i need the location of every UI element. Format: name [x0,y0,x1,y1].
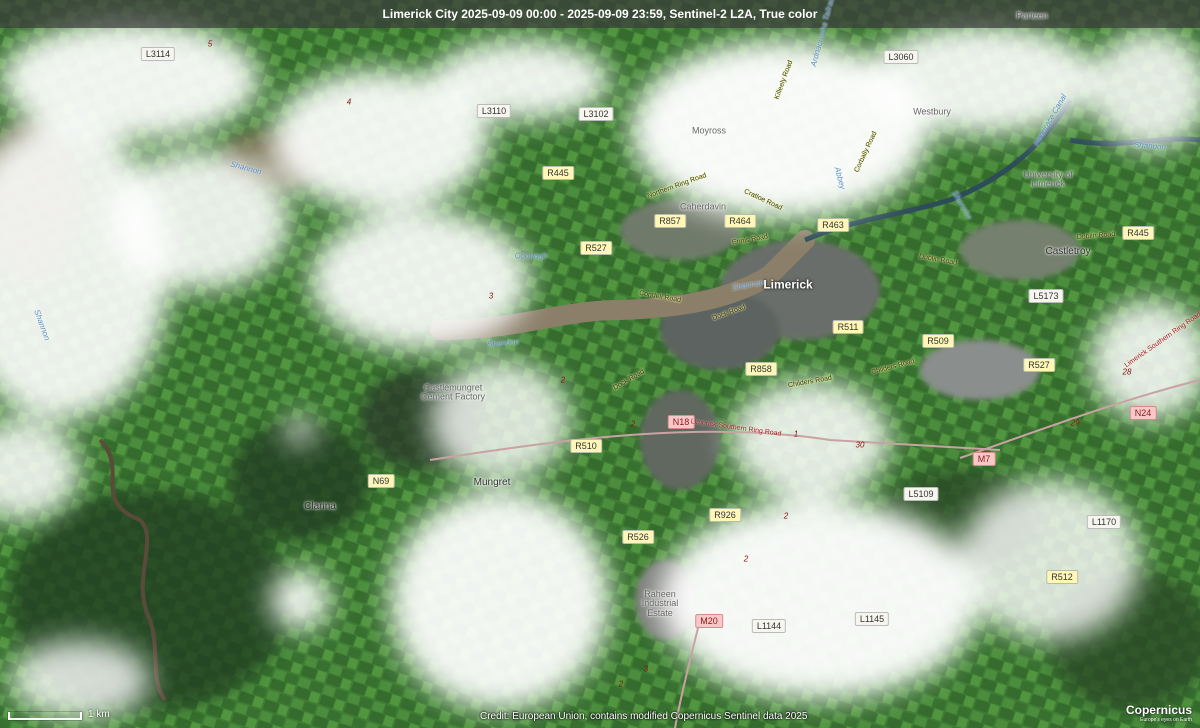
road-shield-n69: N69 [367,474,395,488]
road-shield-r445-west: R445 [542,166,574,180]
junction-number: 2 [560,375,566,385]
place-castletroy[interactable]: Castletroy [1045,246,1090,258]
place-mungret[interactable]: Mungret [474,477,511,489]
road-shield-r926: R926 [709,508,741,522]
water-coonagh: Coonagh [514,251,548,261]
junction-number: 3 [488,291,494,301]
road-shield-l1145: L1145 [854,612,890,626]
junction-number: 3 [643,664,649,674]
road-shield-r512: R512 [1046,570,1078,584]
place-clarina[interactable]: Clarina [304,501,336,513]
place-limerick[interactable]: Limerick [763,279,812,292]
junction-number: 28 [1122,367,1132,377]
junction-number: 5 [207,39,213,49]
road-shield-n24: N24 [1129,406,1157,420]
road-shield-l3110: L3110 [476,104,512,118]
junction-number: 2 [743,554,749,564]
junction-number: 29 [1070,418,1080,428]
road-shield-l5109: L5109 [903,487,939,501]
junction-number: 2 [630,419,636,429]
road-shield-m7: M7 [972,452,996,466]
map-title: Limerick City 2025-09-09 00:00 - 2025-09… [382,7,818,21]
road-shield-r511: R511 [832,320,864,334]
road-shield-r527-east: R527 [1023,358,1055,372]
road-shield-m20: M20 [695,614,723,628]
road-shield-r509: R509 [922,334,954,348]
road-shield-r464: R464 [724,214,756,228]
junction-number: 2 [783,511,789,521]
road-shield-l1144: L1144 [751,619,787,633]
place-westbury[interactable]: Westbury [913,106,951,116]
road-shield-r526: R526 [622,530,654,544]
copernicus-logo[interactable]: Copernicus Europe's eyes on Earth [1126,703,1192,723]
place-moyross[interactable]: Moyross [692,125,726,135]
road-shield-r858: R858 [745,362,777,376]
road-shield-l3102: L3102 [578,107,614,121]
road-shield-r445-east: R445 [1122,226,1154,240]
road-shield-l3060: L3060 [883,50,919,64]
road-shield-r463: R463 [817,218,849,232]
road-shield-l3114: L3114 [140,47,176,61]
scale-label: 1 km [88,709,110,720]
junction-number: 30 [855,440,865,450]
place-castlemungret-cement-factory[interactable]: Castlemungret Cement Factory [413,383,493,403]
junction-number: 1 [793,429,799,439]
road-shield-l5173: L5173 [1028,289,1064,303]
place-parteen[interactable]: Parteen [1016,10,1048,20]
road-shield-r510: R510 [570,439,602,453]
road-shield-r857: R857 [654,214,686,228]
place-caherdavin[interactable]: Caherdavin [680,201,726,211]
place-raheen-industrial-estate[interactable]: Raheen Industrial Estate [630,589,690,618]
road-shield-l1170: L1170 [1086,515,1122,529]
scale-bar: 1 km [8,709,110,720]
scale-bar-line [8,712,82,720]
road-shield-r527-west: R527 [580,241,612,255]
place-university-of-limerick[interactable]: University of Limerick [1013,170,1083,190]
credit-text: Credit: European Union, contains modifie… [480,711,808,722]
junction-number: 2 [618,679,624,689]
junction-number: 4 [346,97,352,107]
logo-tagline: Europe's eyes on Earth [1140,717,1192,723]
logo-name: Copernicus [1125,703,1192,717]
